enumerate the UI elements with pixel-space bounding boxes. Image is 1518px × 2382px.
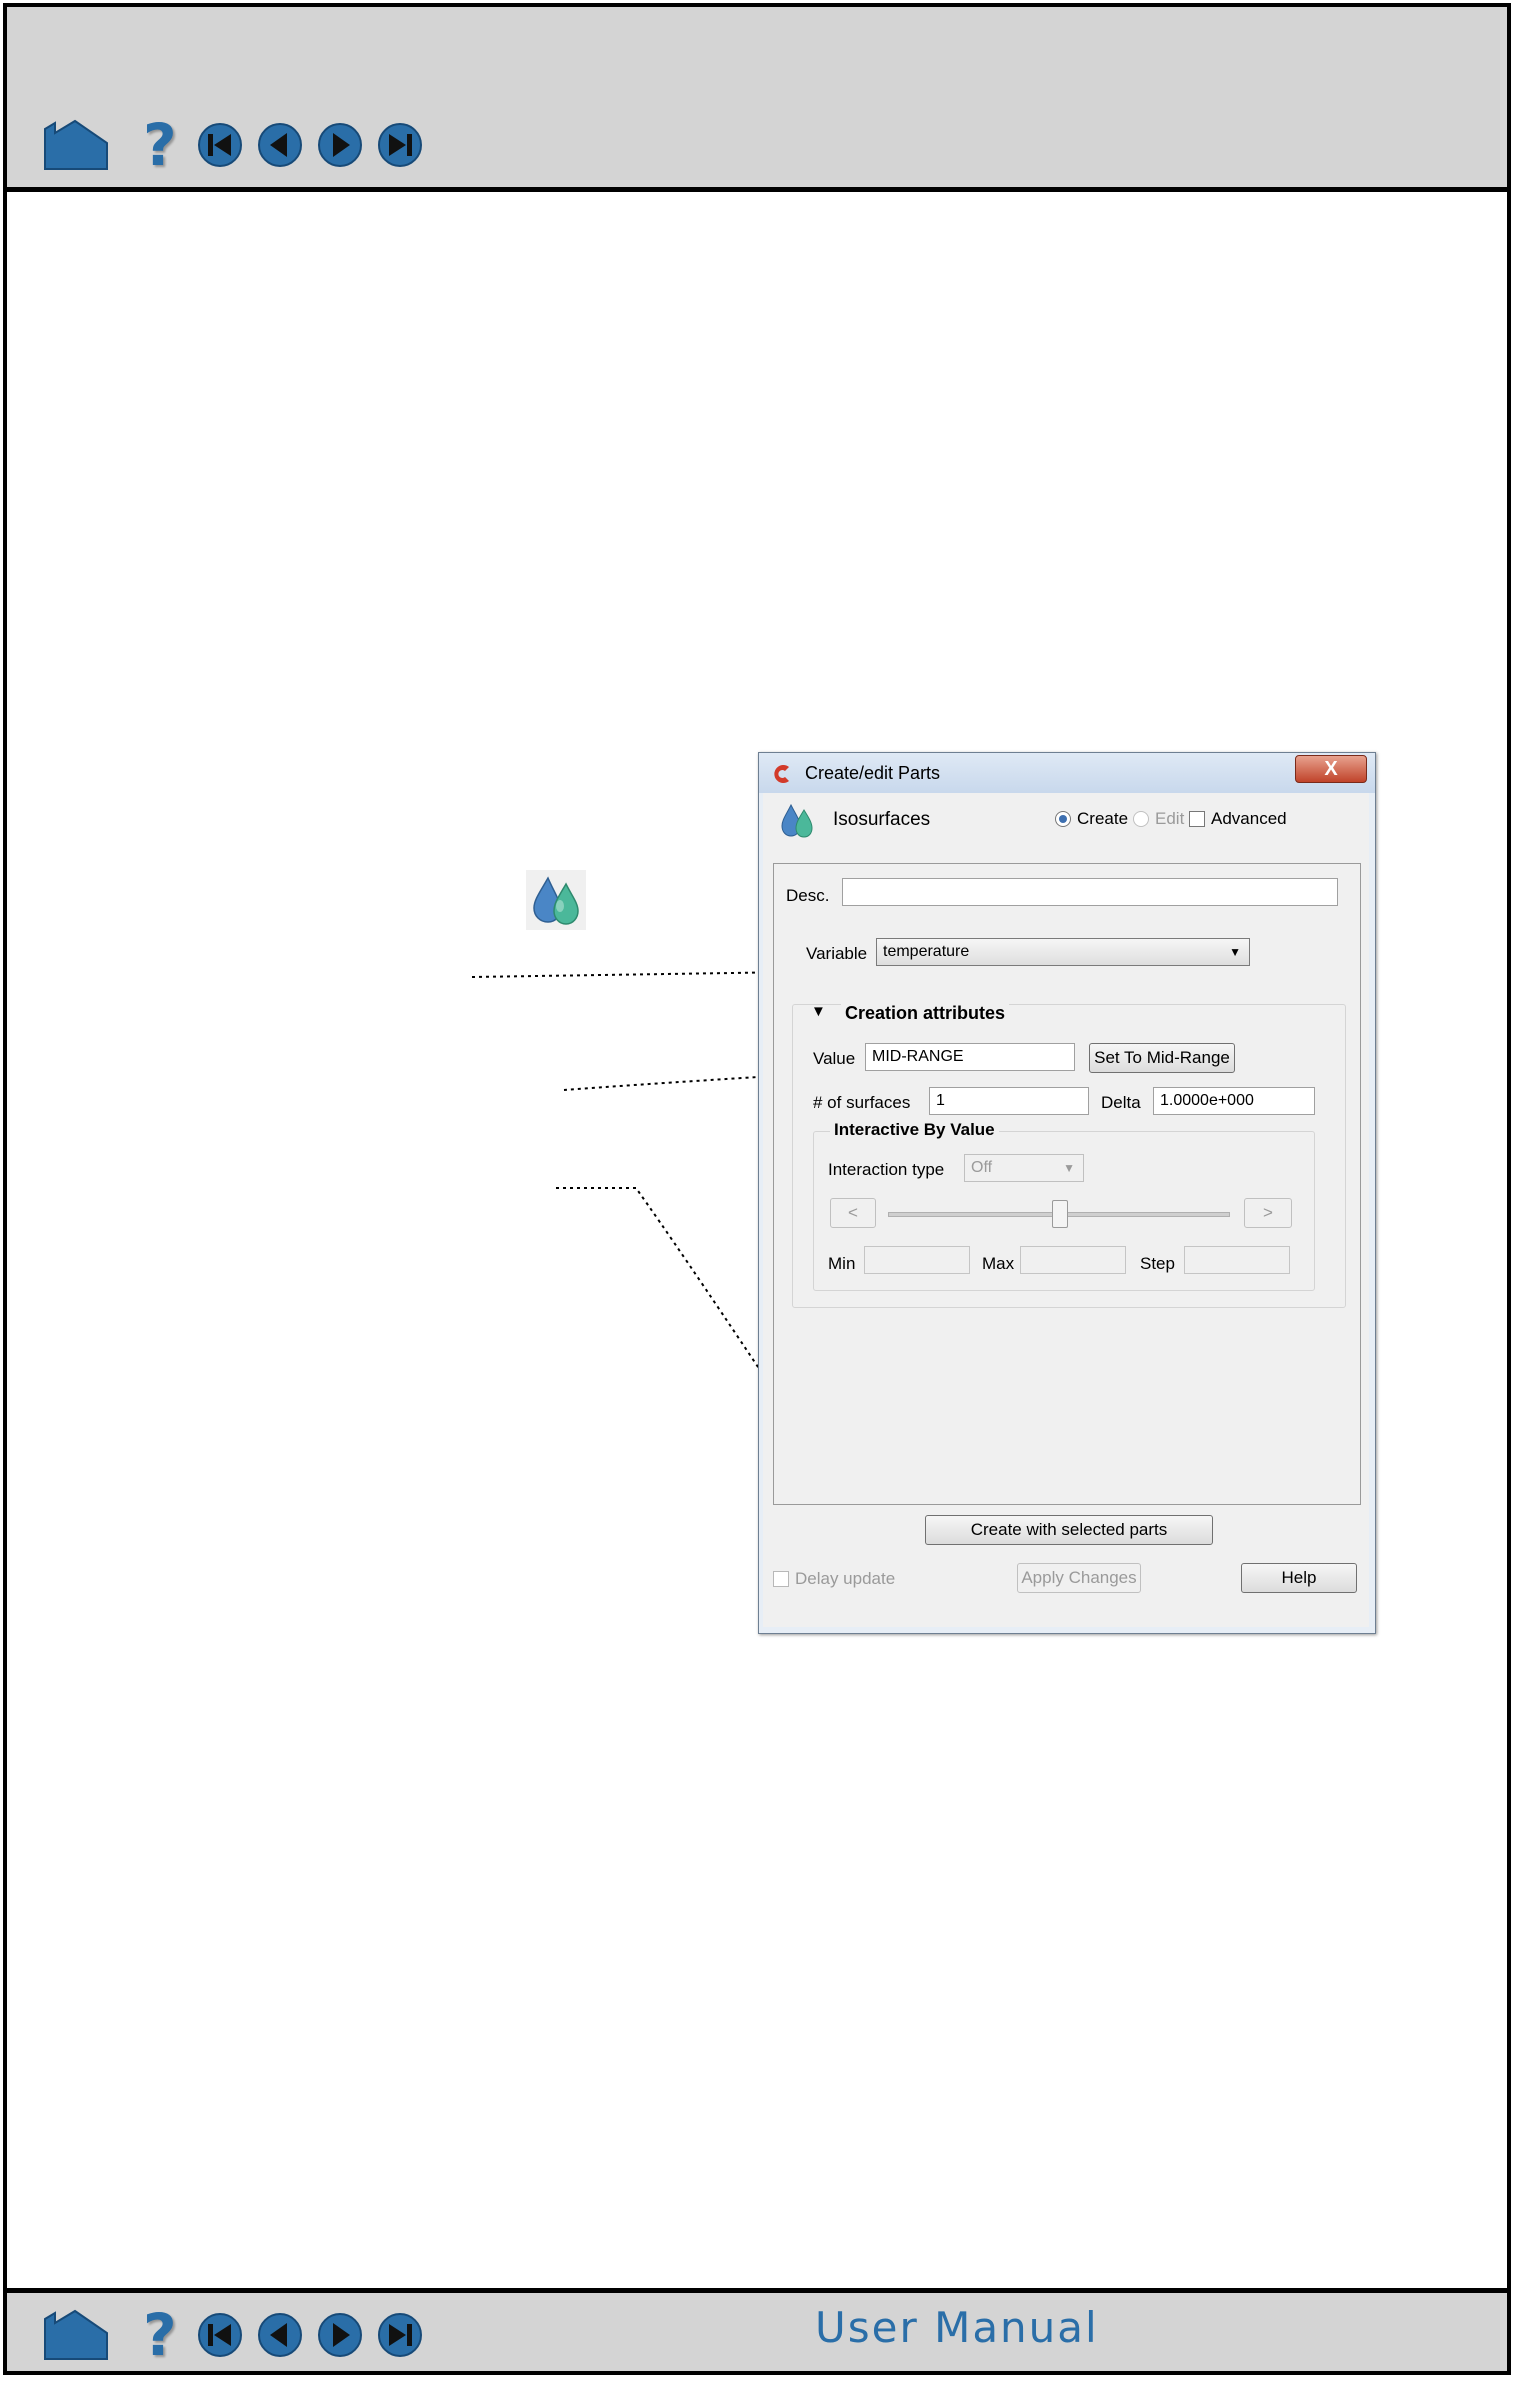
- interaction-type-select[interactable]: Off ▼: [964, 1154, 1084, 1182]
- creation-attributes-title: Creation attributes: [841, 1003, 1010, 1024]
- desc-input[interactable]: [842, 878, 1338, 906]
- chevron-down-icon: ▼: [1229, 945, 1241, 959]
- value-input[interactable]: [865, 1043, 1075, 1071]
- app-logo-icon: [774, 765, 789, 783]
- interaction-type-label: Interaction type: [828, 1160, 945, 1179]
- advanced-checkbox-label[interactable]: Advanced: [1211, 809, 1287, 829]
- apply-changes-button[interactable]: Apply Changes: [1017, 1563, 1141, 1593]
- variable-select[interactable]: temperature ▼: [876, 938, 1250, 966]
- delta-label: Delta: [1101, 1093, 1141, 1112]
- desc-label: Desc.: [786, 886, 830, 905]
- surfaces-label: # of surfaces: [813, 1093, 911, 1112]
- edit-radio[interactable]: [1133, 811, 1149, 827]
- close-button[interactable]: X: [1295, 755, 1367, 783]
- delay-update-checkbox[interactable]: [773, 1571, 789, 1587]
- interactive-by-value-title: Interactive By Value: [830, 1120, 999, 1140]
- edit-radio-label[interactable]: Edit: [1155, 809, 1184, 829]
- value-label: Value: [813, 1049, 856, 1068]
- create-edit-parts-dialog: Create/edit Parts X Isosurfaces Create E…: [758, 752, 1376, 1634]
- help-button[interactable]: Help: [1241, 1563, 1357, 1593]
- create-radio-label[interactable]: Create: [1077, 809, 1128, 829]
- variable-select-value: temperature: [883, 943, 970, 960]
- variable-label: Variable: [806, 944, 868, 963]
- slider-increment-button[interactable]: >: [1244, 1198, 1292, 1228]
- part-type-label: Isosurfaces: [833, 809, 931, 830]
- collapse-triangle-icon[interactable]: ▼: [811, 1003, 826, 1020]
- interactive-by-value-group: Interactive By Value Interaction type Of…: [813, 1120, 1315, 1291]
- step-input[interactable]: [1184, 1246, 1290, 1274]
- min-label: Min: [828, 1254, 856, 1273]
- value-slider-handle[interactable]: [1052, 1200, 1068, 1228]
- variable-callout-arrow: [471, 962, 800, 983]
- dialog-title: Create/edit Parts: [805, 763, 941, 783]
- min-input[interactable]: [864, 1246, 970, 1274]
- dialog-client-area: Isosurfaces Create Edit Advanced Desc. V…: [763, 793, 1369, 1627]
- dialog-titlebar[interactable]: Create/edit Parts X: [759, 753, 1375, 793]
- advanced-checkbox[interactable]: [1189, 811, 1205, 827]
- attributes-panel: Desc. Variable temperature ▼ ▼ Creation …: [773, 863, 1361, 1505]
- interaction-type-value: Off: [971, 1159, 993, 1176]
- creation-attributes-group: ▼ Creation attributes Value Set To Mid-R…: [792, 1003, 1346, 1308]
- create-with-selected-parts-button[interactable]: Create with selected parts: [925, 1515, 1213, 1545]
- delay-update-label[interactable]: Delay update: [795, 1569, 895, 1589]
- set-to-mid-range-button[interactable]: Set To Mid-Range: [1089, 1043, 1235, 1073]
- chevron-down-icon: ▼: [1063, 1161, 1075, 1175]
- isosurface-icon: [781, 803, 813, 838]
- surfaces-input[interactable]: [929, 1087, 1089, 1115]
- part-header-row: Isosurfaces Create Edit Advanced: [763, 793, 1369, 838]
- max-input[interactable]: [1020, 1246, 1126, 1274]
- delta-input[interactable]: [1153, 1087, 1315, 1115]
- create-radio[interactable]: [1055, 811, 1071, 827]
- slider-decrement-button[interactable]: <: [830, 1198, 876, 1228]
- step-label: Step: [1140, 1254, 1175, 1273]
- max-label: Max: [982, 1254, 1015, 1273]
